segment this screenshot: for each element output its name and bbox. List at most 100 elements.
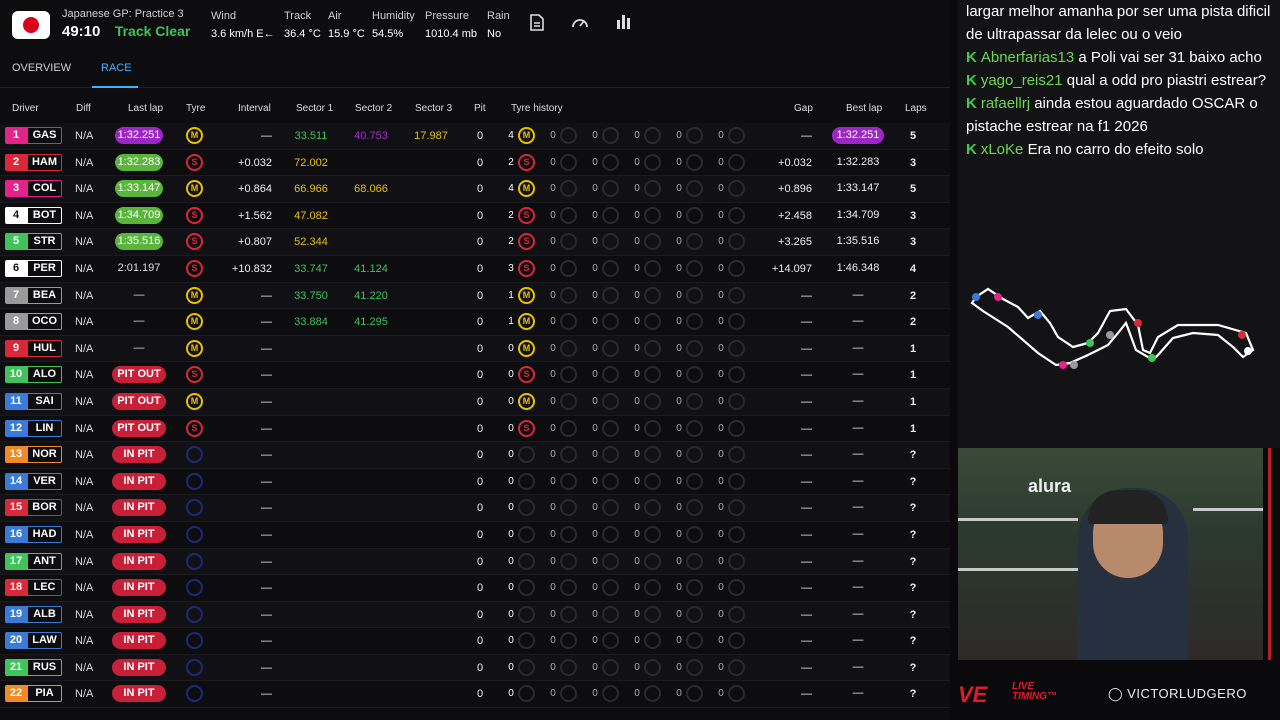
gap: — — [801, 661, 812, 674]
table-row[interactable]: 1 GAS N/A 1:32.251 M —33.511 40.753 17.987 0 4 M 0 0… — [0, 123, 950, 150]
tyre-history: 0 0 0 0 0 0 — [506, 472, 746, 491]
table-row[interactable]: 6 PER N/A 2:01.197 S +10.832 33.747 41.124 0 3 S 0 0… — [0, 256, 950, 283]
best-lap: — — [852, 315, 864, 328]
driver-code[interactable]: BOT — [27, 206, 62, 224]
driver-code[interactable]: PIA — [27, 685, 62, 703]
compound-icon — [644, 206, 661, 224]
driver-code[interactable]: LIN — [27, 419, 62, 437]
timing-panel: Japanese GP: Practice 3 49:10 Track Clea… — [0, 0, 950, 720]
driver-code[interactable]: ANT — [27, 552, 62, 570]
stint-laps: 0 — [508, 369, 514, 381]
stint-laps: 0 — [592, 289, 598, 301]
car-marker — [1059, 361, 1067, 369]
bar-chart-icon[interactable] — [613, 14, 635, 36]
diff: N/A — [75, 342, 94, 355]
compound-icon — [560, 286, 577, 304]
best-lap: — — [852, 581, 864, 594]
driver-code[interactable]: HAD — [27, 525, 62, 543]
driver-code[interactable]: OCO — [27, 313, 62, 331]
driver-code[interactable]: GAS — [27, 127, 62, 144]
table-row[interactable]: 13 NOR N/A IN PIT — 0 0 0 0 0 0 0 — —? — [0, 442, 950, 469]
driver-code[interactable]: RUS — [27, 658, 62, 676]
driver-code[interactable]: PER — [27, 259, 62, 277]
sector2: 41.124 — [354, 262, 388, 275]
last-lap: IN PIT — [112, 499, 166, 517]
table-row[interactable]: 17 ANT N/A IN PIT — 0 0 0 0 0 0 0 — —? — [0, 548, 950, 576]
driver-code[interactable]: BOR — [27, 499, 62, 517]
stint-laps: 0 — [676, 183, 682, 195]
tyre-compound-icon — [186, 552, 203, 570]
driver-code[interactable]: COL — [27, 180, 62, 198]
driver-code[interactable]: ALO — [27, 366, 62, 384]
table-row[interactable]: 22 PIA N/A IN PIT — 0 0 0 0 0 0 0 — —? — [0, 681, 950, 709]
compound-icon: M — [518, 180, 535, 198]
table-row[interactable]: 4 BOT N/A 1:34.709 S +1.562 47.082 0 2 S 0 0 0 0 0 +2.4… — [0, 203, 950, 230]
tab-overview[interactable]: OVERVIEW — [12, 62, 71, 74]
instagram-handle[interactable]: ◯ VICTORLUDGERO — [1108, 686, 1247, 702]
driver-code[interactable]: BEA — [27, 286, 62, 304]
stint-laps: 0 — [508, 608, 514, 620]
stint-laps: 0 — [718, 262, 724, 274]
document-icon[interactable] — [526, 14, 548, 36]
driver-code[interactable]: NOR — [27, 446, 62, 464]
tab-race[interactable]: RACE — [101, 62, 132, 74]
last-lap: — — [133, 341, 145, 354]
table-row[interactable]: 12 LIN N/A PIT OUT S —0 0 S 0 0 0 0 0— —1 — [0, 416, 950, 443]
compound-icon — [728, 658, 745, 676]
compound-icon — [644, 392, 661, 410]
stint-laps: 2 — [508, 156, 514, 168]
table-row[interactable]: 5 STR N/A 1:35.516 S +0.807 52.344 0 2 S 0 0 0 0 0 +3.2… — [0, 229, 950, 256]
driver-code[interactable]: LAW — [27, 632, 62, 650]
driver-code[interactable]: VER — [27, 472, 62, 490]
stint-laps: 0 — [634, 449, 640, 461]
chat-message: largar melhor amanha por ser uma pista d… — [966, 3, 1271, 43]
pit-count: 0 — [476, 661, 484, 674]
compound-icon — [728, 446, 745, 464]
tyre-compound-icon: M — [186, 180, 203, 198]
table-row[interactable]: 19 ALB N/A IN PIT — 0 0 0 0 0 0 0 — —? — [0, 601, 950, 629]
lap-count: 3 — [909, 236, 917, 249]
compound-icon — [602, 233, 619, 251]
driver-code[interactable]: STR — [27, 233, 62, 251]
best-lap: — — [852, 394, 864, 407]
table-row[interactable]: 20 LAW N/A IN PIT — 0 0 0 0 0 0 0 — —? — [0, 628, 950, 655]
stint-laps: 2 — [508, 209, 514, 221]
table-row[interactable]: 15 BOR N/A IN PIT — 0 0 0 0 0 0 0 — —? — [0, 495, 950, 522]
table-row[interactable]: 9 HUL N/A — M —0 0 M 0 0 0 0 0— —1 — [0, 335, 950, 363]
speedometer-icon[interactable] — [569, 14, 591, 36]
driver-code[interactable]: HUL — [27, 339, 62, 357]
interval: — — [261, 502, 272, 515]
table-row[interactable]: 3 COL N/A 1:33.147 M +0.864 66.966 68.066 0 4 M 0 0 0… — [0, 176, 950, 203]
driver-code[interactable]: LEC — [27, 579, 62, 597]
stint-laps: 0 — [550, 262, 556, 274]
diff: N/A — [75, 156, 94, 169]
stint-laps: 0 — [634, 369, 640, 381]
gap: — — [801, 395, 812, 408]
diff: N/A — [75, 422, 94, 435]
driver-code[interactable]: ALB — [27, 605, 62, 623]
table-row[interactable]: 18 LEC N/A IN PIT — 0 0 0 0 0 0 0 — —? — [0, 575, 950, 602]
stint-laps: 0 — [550, 236, 556, 248]
stint-laps: 0 — [676, 635, 682, 647]
sector1: 66.966 — [294, 183, 328, 196]
tyre-compound-icon — [186, 658, 203, 676]
table-row[interactable]: 8 OCO N/A — M —33.884 41.295 0 1 M 0 0 0 0 0— —2 — [0, 309, 950, 336]
interval: — — [261, 688, 272, 701]
stint-laps: 0 — [634, 316, 640, 328]
table-row[interactable]: 11 SAI N/A PIT OUT M —0 0 M 0 0 0 0 0— —1 — [0, 388, 950, 416]
table-row[interactable]: 10 ALO N/A PIT OUT S —0 0 S 0 0 0 0 0— —1 — [0, 362, 950, 389]
table-row[interactable]: 2 HAM N/A 1:32.283 S +0.032 72.002 0 2 S 0 0 0 0 0 +0.0… — [0, 150, 950, 177]
lap-count: 1 — [909, 342, 917, 355]
tyre-compound-icon — [186, 579, 203, 597]
sector1: 33.511 — [294, 130, 328, 142]
table-row[interactable]: 21 RUS N/A IN PIT — 0 0 0 0 0 0 0 — —? — [0, 654, 950, 682]
stint-laps: 0 — [676, 316, 682, 328]
table-row[interactable]: 7 BEA N/A — M —33.750 41.220 0 1 M 0 0 0 0 0— —2 — [0, 282, 950, 310]
driver-code[interactable]: SAI — [27, 392, 62, 410]
compound-icon: M — [518, 392, 535, 410]
stint-laps: 0 — [592, 661, 598, 673]
table-row[interactable]: 16 HAD N/A IN PIT — 0 0 0 0 0 0 0 — —? — [0, 522, 950, 549]
driver-code[interactable]: HAM — [27, 153, 62, 171]
table-row[interactable]: 14 VER N/A IN PIT — 0 0 0 0 0 0 0 — —? — [0, 469, 950, 496]
track-map — [958, 215, 1280, 448]
